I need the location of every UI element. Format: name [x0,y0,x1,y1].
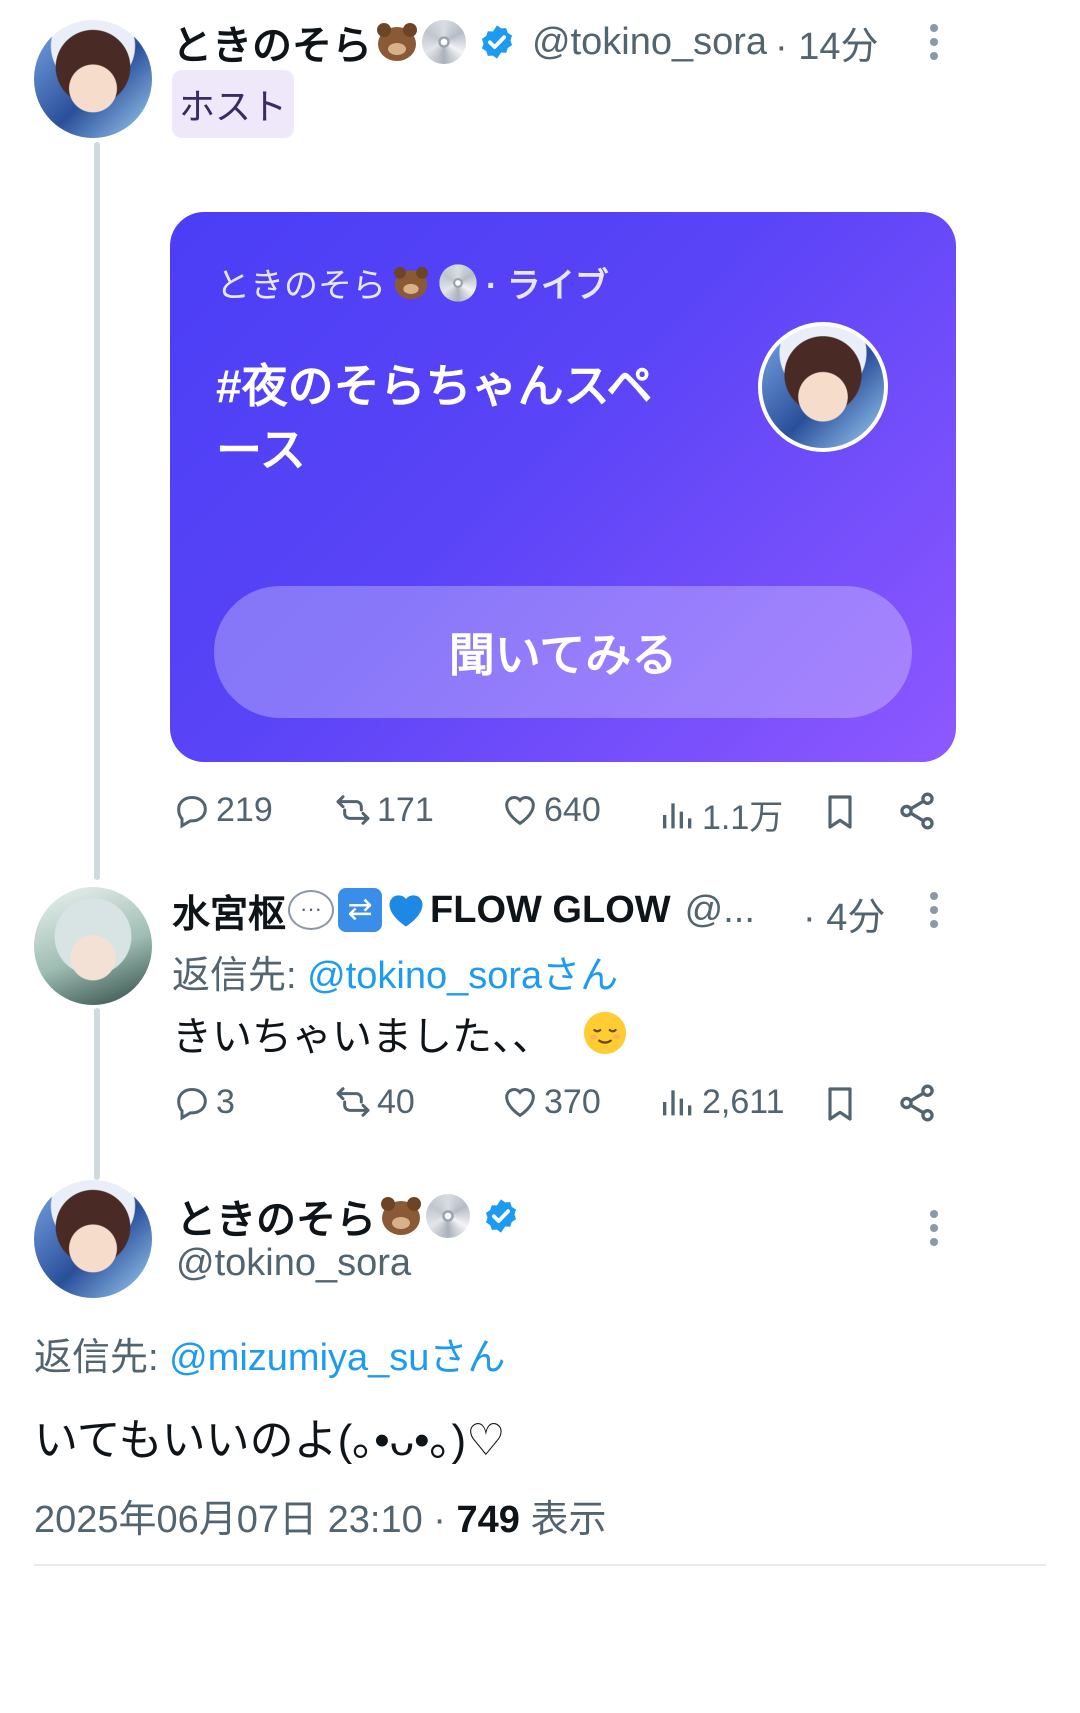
views-button[interactable]: 2,611 [658,1082,785,1122]
thread-line [94,142,100,880]
post-text: きいちゃいました、、 [172,1015,552,1059]
repost-icon [336,795,370,825]
reply-to-mention[interactable]: @mizumiya_suさん [169,1337,505,1379]
post-timestamp[interactable]: 2025年06月07日 23:10 · [34,1499,457,1541]
blue-heart-emoji-icon [389,895,423,927]
repost-count: 40 [377,1082,415,1121]
reply-to-line: 返信先: @mizumiya_suさん [34,1326,505,1381]
like-count: 370 [544,1082,601,1121]
reply-icon [177,795,207,829]
repost-button[interactable]: 171 [333,790,434,830]
post-text-line: きいちゃいました、、 [172,1004,628,1062]
reply-to-prefix: 返信先: [172,955,308,997]
more-options-icon[interactable] [929,24,939,64]
space-title: #夜のそらちゃんスペース [216,360,653,476]
post-meta: 2025年06月07日 23:10 · 749 表示 [34,1488,606,1543]
like-button[interactable]: 370 [500,1082,601,1122]
share-icon[interactable] [896,790,938,832]
bookmark-icon[interactable] [820,1082,860,1126]
post-header: ときのそら @tokino_sora · 14分 [172,14,879,70]
timestamp[interactable]: · 4分 [803,886,885,941]
space-host-line: ときのそら · ライブ [216,258,609,307]
views-button[interactable]: 1.1万 [658,790,783,839]
view-label: 表示 [519,1499,607,1541]
avatar[interactable] [34,20,152,138]
views-count: 1.1万 [702,799,784,837]
more-options-icon[interactable] [929,892,939,932]
space-host-avatar [758,322,888,452]
display-name-suffix[interactable]: FLOW GLOW [430,889,671,932]
reply-count: 219 [216,790,273,829]
avatar[interactable] [34,1180,152,1298]
handle[interactable]: @tokino_sora [532,21,767,64]
handle[interactable]: @... [685,889,755,932]
reply-to-prefix: 返信先: [34,1337,170,1379]
reply-icon [177,1087,207,1121]
host-badge: ホスト [172,70,294,138]
disc-emoji-icon [426,1194,470,1238]
reply-to-line: 返信先: @tokino_soraさん [172,944,618,999]
bear-emoji-icon [374,21,420,63]
reply-button[interactable]: 3 [172,1082,235,1122]
disc-emoji-icon [439,263,477,302]
repost-count: 171 [377,790,434,829]
divider [34,1564,1046,1566]
verified-badge-icon [485,1199,517,1233]
reply-to-mention[interactable]: @tokino_soraさん [307,955,618,997]
listen-button-label: 聞いてみる [448,629,678,681]
repeat-emoji-icon: ⇄ [338,888,383,932]
bookmark-icon[interactable] [820,790,860,834]
reply-count: 3 [216,1082,235,1121]
share-icon[interactable] [896,1082,938,1124]
avatar[interactable] [34,887,152,1005]
thread-line [94,1008,100,1180]
post-header: ときのそら [176,1188,520,1244]
repost-icon [336,1087,370,1117]
timestamp[interactable]: · 14分 [775,15,878,70]
host-badge-label: ホスト [178,86,287,127]
analytics-icon [663,802,692,828]
display-name[interactable]: ときのそら [176,1187,376,1245]
like-button[interactable]: 640 [500,790,601,830]
verified-badge-icon [481,25,513,59]
disc-emoji-icon [422,20,466,64]
like-count: 640 [544,790,601,829]
space-live-label: · ライブ [486,267,609,305]
space-host-name: ときのそら [216,267,386,305]
display-name[interactable]: 水宮枢 [172,883,286,938]
reply-button[interactable]: 219 [172,790,273,830]
relieved-face-emoji-icon [583,1011,627,1055]
analytics-icon [663,1090,692,1116]
bear-emoji-icon [391,265,430,301]
heart-icon [505,796,535,826]
display-name[interactable]: ときのそら [172,13,372,71]
listen-button[interactable]: 聞いてみる [214,586,912,718]
bear-emoji-icon [378,1195,424,1237]
space-card[interactable]: ときのそら · ライブ #夜のそらちゃんスペース 聞いてみる [170,212,956,762]
heart-icon [505,1088,535,1118]
post-text: いてもいいのよ(｡•ᴗ•｡)♡ [34,1416,506,1465]
post-header: 水宮枢 ··· ⇄ FLOW GLOW @... [172,882,755,938]
speech-bubble-emoji-icon: ··· [288,890,335,930]
repost-button[interactable]: 40 [333,1082,415,1122]
more-options-icon[interactable] [929,1210,939,1250]
view-count: 749 [456,1499,520,1541]
views-count: 2,611 [702,1082,785,1121]
handle[interactable]: @tokino_sora [176,1242,411,1285]
